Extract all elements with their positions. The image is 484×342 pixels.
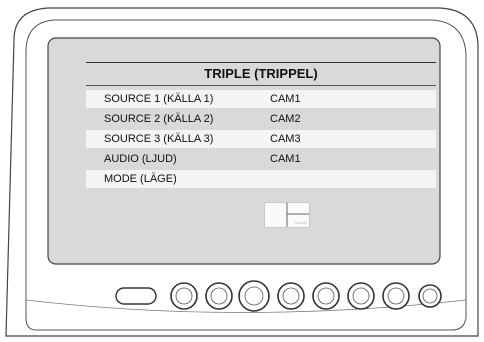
round-button[interactable] xyxy=(382,282,410,310)
round-button[interactable] xyxy=(347,282,375,310)
round-button[interactable] xyxy=(418,284,442,308)
oval-button[interactable] xyxy=(115,287,157,305)
round-button[interactable] xyxy=(312,282,340,310)
round-button[interactable] xyxy=(277,282,305,310)
button-panel xyxy=(115,280,442,312)
round-button[interactable] xyxy=(170,282,198,310)
round-button[interactable] xyxy=(238,280,270,312)
round-button[interactable] xyxy=(205,282,233,310)
